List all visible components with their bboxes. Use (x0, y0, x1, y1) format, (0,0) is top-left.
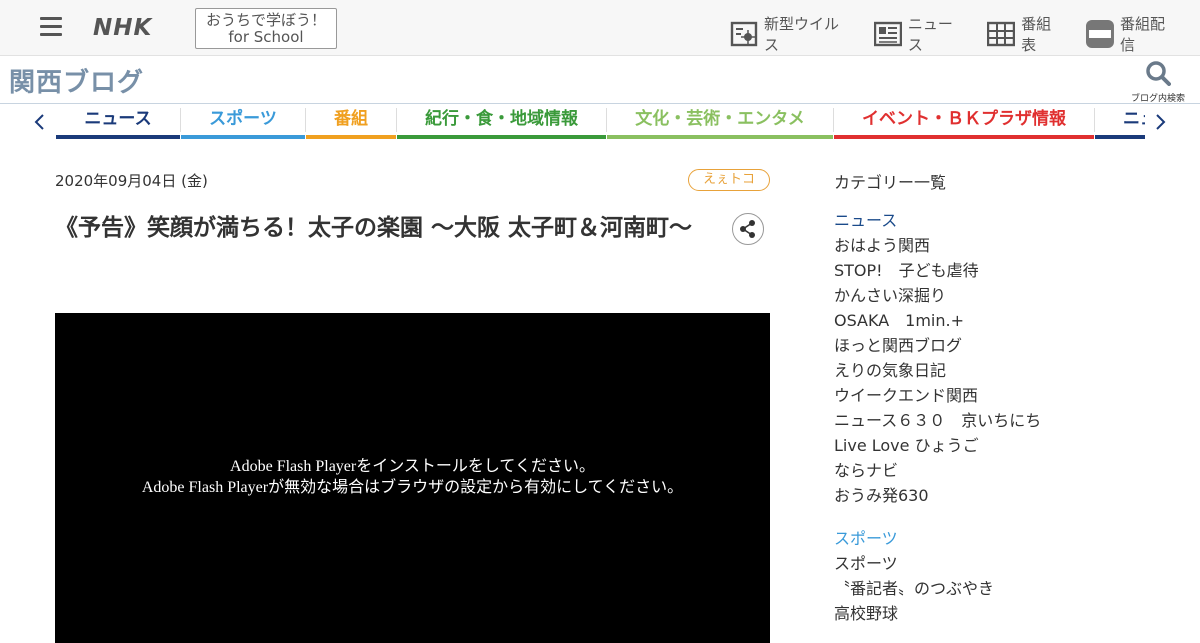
chevron-right-icon[interactable] (1150, 112, 1170, 132)
tab-travel-food-local[interactable]: 紀行・食・地域情報 (397, 104, 606, 139)
sidebar-group-title[interactable]: スポーツ (834, 526, 1164, 551)
post-tag-badge[interactable]: えぇトコ (688, 169, 770, 191)
tab-culture-arts-entertainment[interactable]: 文化・芸術・エンタメ (607, 104, 833, 139)
virus-info-icon (730, 21, 758, 47)
share-button[interactable] (732, 213, 764, 245)
sidebar-category-item[interactable]: OSAKA 1min.+ (834, 308, 1164, 333)
sidebar-category-item[interactable]: スポーツ (834, 551, 1164, 576)
blog-title[interactable]: 関西ブログ (9, 62, 144, 99)
flash-message-line2: Adobe Flash Playerが無効な場合はブラウザの設定から有効にしてく… (141, 479, 684, 496)
top-bar: NHK おうちで学ぼう！ for School 新型ウイルス ニュース 番組表 … (0, 0, 1200, 56)
sidebar-group-title[interactable]: ニュース (834, 208, 1164, 233)
top-link-virus[interactable]: 新型ウイルス (730, 13, 854, 55)
blog-search-button[interactable]: ブログ内検索 (1128, 60, 1188, 104)
top-link-label: 新型ウイルス (763, 15, 839, 54)
top-link-nhk-plus[interactable]: 番組配信 (1086, 13, 1180, 55)
flash-message: Adobe Flash Playerをインストールをしてください。 Adobe … (55, 456, 770, 498)
sidebar-category-item[interactable]: えりの気象日記 (834, 358, 1164, 383)
blog-header: 関西ブログ ブログ内検索 (0, 56, 1200, 104)
program-table-icon (987, 21, 1016, 47)
top-link-label: 番組表 (1021, 15, 1052, 54)
sidebar-category-item[interactable]: ニュース６３０ 京いちにち (834, 408, 1164, 433)
post-title: 《予告》笑顔が満ちる！太子の楽園 ～大阪 太子町＆河南町～ (55, 215, 693, 241)
top-link-label: 番組配信 (1120, 15, 1166, 54)
nhk-logo[interactable]: NHK (93, 15, 152, 41)
hamburger-menu-icon[interactable] (40, 17, 62, 37)
search-icon (1146, 61, 1171, 86)
tab-label: イベント・ＢＫプラザ情報 (862, 109, 1066, 129)
tab-label: 紀行・食・地域情報 (425, 109, 578, 129)
top-links: 新型ウイルス ニュース 番組表 番組配信 (730, 13, 1200, 55)
flash-message-line1: Adobe Flash Playerをインストールをしてください。 (230, 458, 595, 475)
video-player[interactable]: Adobe Flash Playerをインストールをしてください。 Adobe … (55, 313, 770, 643)
share-icon (740, 220, 755, 238)
category-nav: ニュース スポーツ 番組 紀行・食・地域情報 文化・芸術・エンタメ イベント・Ｂ… (0, 104, 1200, 140)
tab-event-bk-plaza[interactable]: イベント・ＢＫプラザ情報 (834, 104, 1094, 139)
for-school-line2: for School (228, 28, 304, 46)
tab-news[interactable]: ニュース (56, 104, 180, 139)
sidebar-category-item[interactable]: 高校野球 (834, 601, 1164, 626)
tab-label: ニュース (84, 109, 152, 129)
sidebar-category-item[interactable]: Live Love ひょうご (834, 433, 1164, 458)
sidebar-category-item[interactable]: ならナビ (834, 458, 1164, 483)
tab-sports[interactable]: スポーツ (181, 104, 305, 139)
sidebar-heading: カテゴリー一覧 (834, 173, 947, 192)
category-list: ニュース おはよう関西 STOP! 子ども虐待 かんさい深掘り OSAKA 1min.+… (834, 208, 1164, 626)
tab-label: 番組 (334, 109, 368, 129)
for-school-button[interactable]: おうちで学ぼう！ for School (195, 8, 337, 49)
post-date: 2020年09月04日 (金) (55, 172, 208, 190)
top-link-program-table[interactable]: 番組表 (987, 13, 1066, 55)
tab-programs[interactable]: 番組 (306, 104, 396, 139)
sidebar-category-item[interactable]: 〝番記者〟のつぶやき (834, 576, 1164, 601)
sidebar-category-item[interactable]: ウイークエンド関西 (834, 383, 1164, 408)
top-link-news[interactable]: ニュース (873, 13, 967, 55)
sidebar-category-item[interactable]: かんさい深掘り (834, 283, 1164, 308)
sidebar-category-item[interactable]: おはよう関西 (834, 233, 1164, 258)
chevron-left-icon[interactable] (30, 112, 50, 132)
top-link-label: ニュース (907, 15, 953, 54)
blog-search-label: ブログ内検索 (1130, 94, 1185, 104)
tab-news-repeat[interactable]: ニュース (1095, 104, 1145, 139)
sidebar-category-item[interactable]: STOP! 子ども虐待 (834, 258, 1164, 283)
nhk-plus-icon (1086, 20, 1115, 48)
tab-label: 文化・芸術・エンタメ (635, 109, 805, 129)
sidebar-category-item[interactable]: おうみ発630 (834, 483, 1164, 508)
tab-label: スポーツ (209, 109, 277, 129)
tab-label: ニュース (1123, 109, 1145, 129)
news-icon (873, 21, 902, 47)
sidebar-category-item[interactable]: ほっと関西ブログ (834, 333, 1164, 358)
for-school-line1: おうちで学ぼう！ (205, 11, 326, 29)
